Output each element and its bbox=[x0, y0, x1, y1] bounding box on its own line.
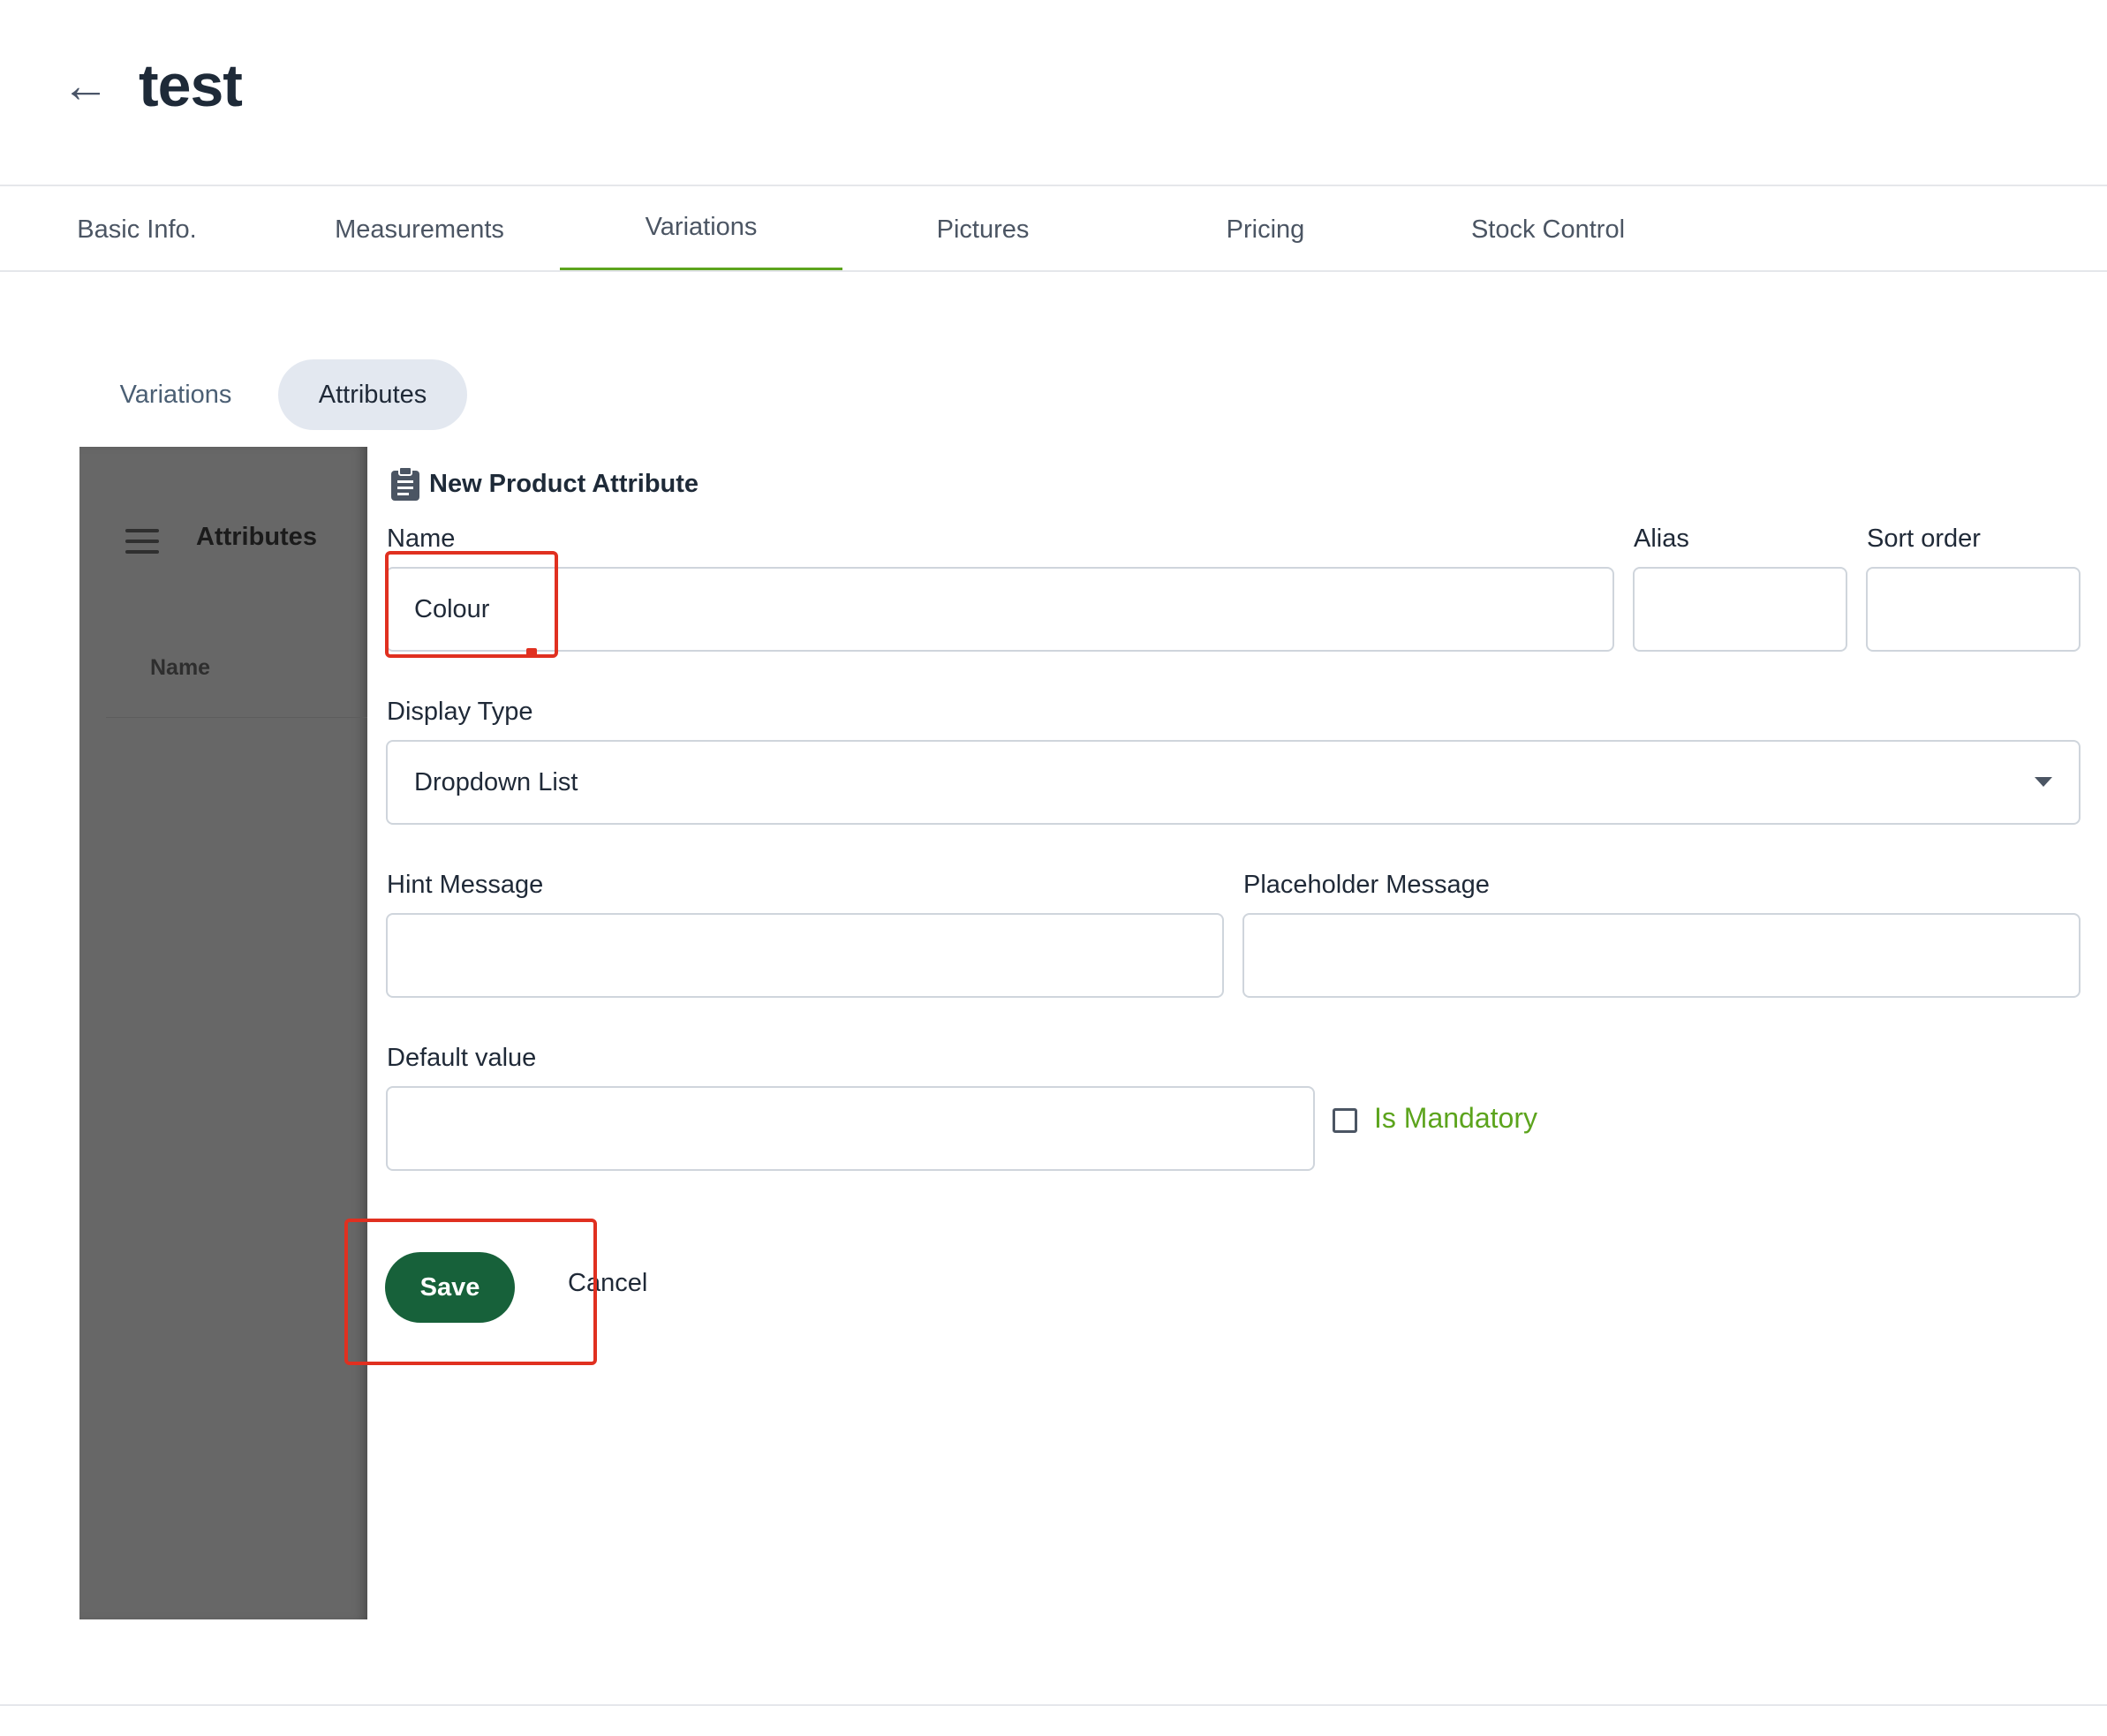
back-arrow-icon[interactable]: ← bbox=[62, 55, 115, 117]
footer-divider bbox=[0, 1704, 2107, 1706]
form-title-text: New Product Attribute bbox=[429, 469, 699, 498]
subtab-attributes[interactable]: Attributes bbox=[278, 359, 467, 430]
tab-basic-info[interactable]: Basic Info. bbox=[44, 187, 230, 272]
subtab-variations[interactable]: Variations bbox=[97, 359, 254, 430]
side-panel-column-header: Name bbox=[150, 655, 211, 680]
tab-pricing[interactable]: Pricing bbox=[1177, 187, 1354, 272]
placeholder-message-input[interactable] bbox=[1242, 913, 2081, 998]
form-title: New Product Attribute bbox=[389, 466, 699, 502]
tabs-divider bbox=[0, 270, 2107, 272]
name-input[interactable]: Colour bbox=[386, 567, 1614, 652]
chevron-down-icon bbox=[2035, 777, 2052, 787]
alias-label: Alias bbox=[1634, 525, 1689, 553]
is-mandatory-label[interactable]: Is Mandatory bbox=[1374, 1102, 1537, 1135]
name-label: Name bbox=[387, 525, 456, 553]
header-divider bbox=[0, 185, 2107, 186]
display-type-label: Display Type bbox=[387, 698, 533, 726]
sort-order-label: Sort order bbox=[1867, 525, 1981, 553]
attributes-side-panel: Attributes Name bbox=[79, 447, 367, 1619]
highlight-marker bbox=[526, 648, 537, 657]
side-panel-title: Attributes bbox=[196, 523, 317, 551]
display-type-value: Dropdown List bbox=[414, 767, 578, 796]
tab-pictures[interactable]: Pictures bbox=[895, 187, 1071, 272]
save-button[interactable]: Save bbox=[385, 1252, 515, 1323]
alias-input[interactable] bbox=[1633, 567, 1847, 652]
is-mandatory-checkbox[interactable] bbox=[1333, 1108, 1357, 1133]
hint-message-input[interactable] bbox=[386, 913, 1224, 998]
clipboard-icon bbox=[391, 466, 419, 501]
sort-order-input[interactable] bbox=[1866, 567, 2081, 652]
display-type-select[interactable]: Dropdown List bbox=[386, 740, 2081, 825]
default-value-input[interactable] bbox=[386, 1086, 1315, 1171]
hamburger-menu-icon[interactable] bbox=[125, 529, 159, 554]
cancel-button[interactable]: Cancel bbox=[568, 1269, 647, 1298]
side-panel-divider bbox=[106, 717, 367, 718]
hint-message-label: Hint Message bbox=[387, 871, 544, 899]
placeholder-message-label: Placeholder Message bbox=[1243, 871, 1490, 899]
tab-variations[interactable]: Variations bbox=[560, 187, 842, 272]
tab-measurements[interactable]: Measurements bbox=[313, 187, 525, 272]
default-value-label: Default value bbox=[387, 1044, 537, 1072]
page-title: test bbox=[139, 52, 243, 119]
tab-stock-control[interactable]: Stock Control bbox=[1451, 187, 1645, 272]
